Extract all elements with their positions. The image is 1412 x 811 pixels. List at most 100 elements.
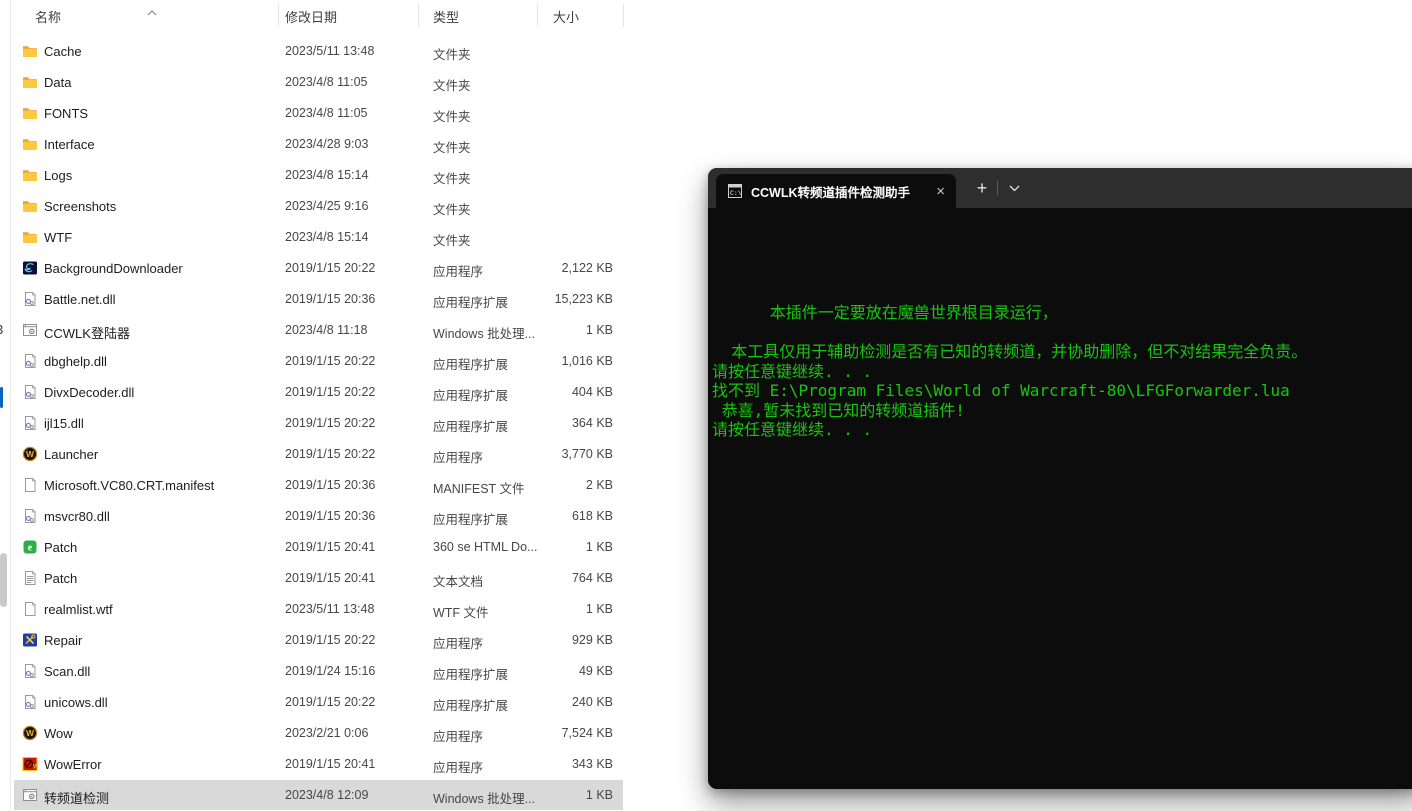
file-date: 2023/4/8 11:05 [285,75,367,89]
file-size: 15,223 KB [555,292,613,306]
file-date: 2019/1/15 20:22 [285,633,375,647]
dll-icon [22,663,38,679]
file-date: 2019/1/15 20:36 [285,292,375,306]
file-name: dbghelp.dll [44,354,107,369]
file-type: 应用程序扩展 [433,416,508,435]
file-name: CCWLK登陆器 [44,323,130,342]
file-row[interactable]: 转频道检测2023/4/8 12:09Windows 批处理...1 KB [14,780,623,810]
file-row[interactable]: Scan.dll2019/1/24 15:16应用程序扩展49 KB [14,656,623,686]
file-date: 2019/1/15 20:22 [285,695,375,709]
dll-icon [22,694,38,710]
file-date: 2023/5/11 13:48 [285,602,374,616]
file-date: 2023/4/28 9:03 [285,137,368,151]
file-row[interactable]: ijl15.dll2019/1/15 20:22应用程序扩展364 KB [14,408,623,438]
wow-icon: W [22,446,38,462]
file-type: 应用程序扩展 [433,695,508,714]
file-name: Screenshots [44,199,116,214]
file-size: 3,770 KB [562,447,613,461]
file-row[interactable]: Microsoft.VC80.CRT.manifest2019/1/15 20:… [14,470,623,500]
file-name: Repair [44,633,82,648]
file-name: ijl15.dll [44,416,84,431]
file-date: 2023/2/21 0:06 [285,726,368,740]
tab-close-icon[interactable]: × [936,184,945,199]
file-date: 2019/1/24 15:16 [285,664,375,678]
file-row[interactable]: BackgroundDownloader2019/1/15 20:22应用程序2… [14,253,623,283]
svg-text:W: W [33,765,38,771]
folder-icon [22,198,38,214]
file-row[interactable]: Patch2019/1/15 20:41文本文档764 KB [14,563,623,593]
file-date: 2019/1/15 20:36 [285,509,375,523]
file-name: Battle.net.dll [44,292,116,307]
terminal-titlebar[interactable]: C:\ CCWLK转频道插件检测助手 × + [708,168,1412,208]
file-type: 应用程序 [433,633,483,652]
terminal-line: 请按任意键继续. . . [712,420,1412,440]
file-row[interactable]: WWowError2019/1/15 20:41应用程序343 KB [14,749,623,779]
file-date: 2019/1/15 20:41 [285,757,375,771]
file-row[interactable]: WLauncher2019/1/15 20:22应用程序3,770 KB [14,439,623,469]
file-type: WTF 文件 [433,602,489,621]
terminal-tab-title: CCWLK转频道插件检测助手 [751,182,910,201]
file-name: Patch [44,571,77,586]
file-row[interactable]: Cache2023/5/11 13:48文件夹 [14,36,623,66]
file-size: 2,122 KB [562,261,613,275]
file-type: 文件夹 [433,168,471,187]
dll-icon [22,415,38,431]
file-row[interactable]: WTF2023/4/8 15:14文件夹 [14,222,623,252]
file-type: Windows 批处理... [433,323,535,342]
folder-icon [22,105,38,121]
file-row[interactable]: Battle.net.dll 2019/1/15 20:36 应用程序扩展 15,22… [14,284,623,314]
bgdl-icon [22,260,38,276]
txt-icon [22,570,38,586]
file-row[interactable]: Screenshots2023/4/25 9:16文件夹 [14,191,623,221]
file-date: 2019/1/15 20:22 [285,261,375,275]
file-size: 364 KB [572,416,613,430]
file-row[interactable]: realmlist.wtf2023/5/11 13:48WTF 文件1 KB [14,594,623,624]
terminal-line: 本工具仅用于辅助检测是否有已知的转频道，并协助删除，但不对结果完全负责。 [712,342,1412,362]
file-row[interactable]: msvcr80.dll2019/1/15 20:36应用程序扩展618 KB [14,501,623,531]
file-row[interactable]: DivxDecoder.dll2019/1/15 20:22应用程序扩展404 … [14,377,623,407]
tab-dropdown-button[interactable] [1004,178,1024,198]
file-name: 转频道检测 [44,788,109,807]
file-date: 2023/5/11 13:48 [285,44,374,58]
file-icon [22,601,38,617]
file-name: Patch [44,540,77,555]
file-icon [22,477,38,493]
folder-icon [22,43,38,59]
file-size: 764 KB [572,571,613,585]
terminal-line: 找不到 E:\Program Files\World of Warcraft-8… [712,381,1412,401]
terminal-line: 恭喜,暂未找到已知的转频道插件! [712,401,1412,421]
file-date: 2023/4/8 15:14 [285,168,368,182]
dll-icon [22,353,38,369]
file-date: 2023/4/8 15:14 [285,230,368,244]
terminal-tab[interactable]: C:\ CCWLK转频道插件检测助手 × [716,174,956,208]
file-name: Logs [44,168,72,183]
file-row[interactable]: ePatch2019/1/15 20:41360 se HTML Do...1 … [14,532,623,562]
file-row[interactable]: FONTS2023/4/8 11:05文件夹 [14,98,623,128]
new-tab-button[interactable]: + [971,176,993,200]
file-row[interactable]: WWow2023/2/21 0:06应用程序7,524 KB [14,718,623,748]
file-type: 应用程序 [433,261,483,280]
file-date: 2019/1/15 20:36 [285,478,375,492]
chevron-down-icon [1009,185,1020,192]
file-size: 618 KB [572,509,613,523]
file-size: 343 KB [572,757,613,771]
file-type: 应用程序扩展 [433,292,508,311]
terminal-output[interactable]: 本插件一定要放在魔兽世界根目录运行， 本工具仅用于辅助检测是否有已知的转频道，并… [708,208,1412,789]
file-type: 应用程序扩展 [433,385,508,404]
folder-icon [22,74,38,90]
dll-icon [22,291,38,307]
file-row[interactable]: Logs 2023/4/8 15:14 文件夹 [14,160,623,190]
repair-icon [22,632,38,648]
file-type: 文本文档 [433,571,483,590]
file-row[interactable]: Interface2023/4/28 9:03文件夹 [14,129,623,159]
file-row[interactable]: unicows.dll2019/1/15 20:22应用程序扩展240 KB [14,687,623,717]
bat-icon [22,787,38,803]
file-row[interactable]: Data2023/4/8 11:05文件夹 [14,67,623,97]
file-row[interactable]: dbghelp.dll2019/1/15 20:22应用程序扩展1,016 KB [14,346,623,376]
file-date: 2023/4/8 12:09 [285,788,368,802]
dll-icon [22,508,38,524]
file-type: 应用程序扩展 [433,354,508,373]
file-row[interactable]: CCWLK登陆器2023/4/8 11:18Windows 批处理...1 KB [14,315,623,345]
file-row[interactable]: Repair2019/1/15 20:22应用程序929 KB [14,625,623,655]
terminal-window: C:\ CCWLK转频道插件检测助手 × + 本插件一定要放在魔兽世界根目录运行… [708,168,1412,789]
